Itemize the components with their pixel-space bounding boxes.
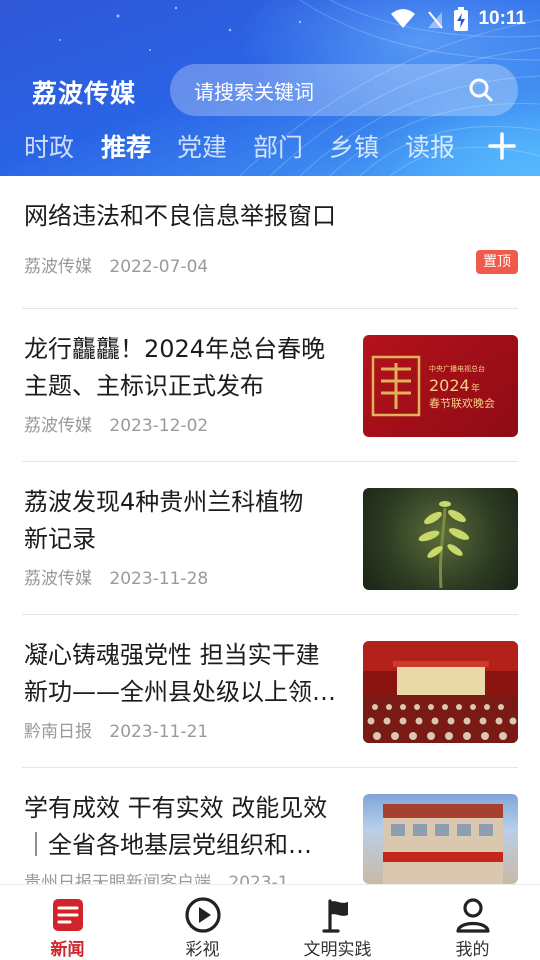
app-header: 10:11 荔波传媒 请搜索关键词 时政 推荐 党建 部门 乡镇 读报 bbox=[0, 0, 540, 176]
thumbnail-year-suffix: 年 bbox=[471, 382, 480, 394]
news-source: 荔波传媒 bbox=[24, 257, 92, 277]
news-title-line: 新功——全州县处级以上领… bbox=[24, 678, 336, 706]
signal-off-icon bbox=[428, 11, 444, 29]
nav-label: 文明实践 bbox=[303, 940, 372, 960]
battery-charging-icon bbox=[454, 7, 469, 31]
list-item[interactable]: 网络违法和不良信息举报窗口 荔波传媒 2022-07-04 置顶 bbox=[22, 176, 518, 308]
news-date: 2023-12-02 bbox=[109, 416, 209, 436]
tab-bumen[interactable]: 部门 bbox=[253, 128, 303, 164]
news-date: 2023-11-28 bbox=[109, 569, 209, 589]
nav-profile[interactable]: 我的 bbox=[405, 885, 540, 960]
news-title: 网络违法和不良信息举报窗口 bbox=[24, 202, 336, 230]
play-icon bbox=[184, 897, 221, 933]
tab-dangjian[interactable]: 党建 bbox=[177, 128, 227, 164]
tab-xiangzhen[interactable]: 乡镇 bbox=[329, 128, 379, 164]
news-title-line: 龙行龘龘！2024年总台春晚 bbox=[24, 335, 326, 363]
tab-tuijian[interactable]: 推荐 bbox=[101, 128, 151, 164]
search-bar[interactable]: 请搜索关键词 bbox=[170, 64, 518, 116]
spring-gala-thumbnail: 中央广播电视总台 2024 年 春节联欢晚会 bbox=[363, 335, 518, 437]
status-time: 10:11 bbox=[478, 8, 526, 29]
party-building-thumbnail bbox=[363, 794, 518, 884]
news-date: 2023-11-21 bbox=[109, 722, 209, 742]
nav-civilization-practice[interactable]: 文明实践 bbox=[270, 885, 405, 960]
news-meta: 荔波传媒 2023-11-28 bbox=[24, 564, 208, 589]
news-title-line: 凝心铸魂强党性 担当实干建 bbox=[24, 641, 320, 669]
flag-icon bbox=[321, 899, 348, 933]
thumbnail-subtitle: 春节联欢晚会 bbox=[429, 396, 495, 410]
news-meta: 黔南日报 2023-11-21 bbox=[24, 717, 208, 742]
news-source: 荔波传媒 bbox=[24, 416, 92, 436]
list-item[interactable]: 龙行龘龘！2024年总台春晚 主题、主标识正式发布 荔波传媒 2023-12-0… bbox=[22, 309, 518, 461]
news-icon bbox=[52, 899, 83, 931]
news-title-line: 荔波发现4种贵州兰科植物 bbox=[24, 488, 304, 516]
news-meta: 荔波传媒 2022-07-04 bbox=[24, 252, 208, 277]
news-title-line: 新记录 bbox=[24, 525, 96, 553]
list-item[interactable]: 荔波发现4种贵州兰科植物 新记录 荔波传媒 2023-11-28 bbox=[22, 462, 518, 614]
orchid-plant-thumbnail bbox=[363, 488, 518, 590]
channel-tabs: 时政 推荐 党建 部门 乡镇 读报 bbox=[0, 128, 540, 168]
news-title: 凝心铸魂强党性 担当实干建 新功——全州县处级以上领… bbox=[24, 637, 336, 711]
news-title-line: 主题、主标识正式发布 bbox=[24, 372, 264, 400]
nav-news[interactable]: 新闻 bbox=[0, 885, 135, 960]
news-source: 荔波传媒 bbox=[24, 569, 92, 589]
add-channel-icon[interactable] bbox=[486, 128, 518, 164]
nav-label: 新闻 bbox=[50, 940, 85, 960]
user-icon bbox=[455, 898, 490, 933]
news-title: 龙行龘龘！2024年总台春晚 主题、主标识正式发布 bbox=[24, 331, 325, 405]
status-bar: 10:11 bbox=[390, 6, 526, 32]
news-title: 荔波发现4种贵州兰科植物 新记录 bbox=[24, 484, 303, 558]
thumbnail-year: 2024 bbox=[429, 376, 470, 395]
bottom-navigation: 新闻 彩视 文明实践 我的 bbox=[0, 884, 540, 960]
pinned-badge: 置顶 bbox=[476, 250, 518, 274]
list-item[interactable]: 凝心铸魂强党性 担当实干建 新功——全州县处级以上领… 黔南日报 2023-11… bbox=[22, 615, 518, 767]
nav-label: 我的 bbox=[455, 940, 490, 960]
thumbnail-caption: 中央广播电视总台 bbox=[429, 364, 485, 373]
nav-video[interactable]: 彩视 bbox=[135, 885, 270, 960]
news-meta: 荔波传媒 2023-12-02 bbox=[24, 411, 208, 436]
news-source: 黔南日报 bbox=[24, 722, 92, 742]
search-icon[interactable] bbox=[468, 77, 494, 103]
news-title-line: ｜全省各地基层党组织和… bbox=[24, 831, 312, 859]
auditorium-meeting-thumbnail bbox=[363, 641, 518, 743]
app-brand-title: 荔波传媒 bbox=[32, 79, 137, 108]
list-item[interactable]: 学有成效 干有实效 改能见效 ｜全省各地基层党组织和… 贵州日报天眼新闻客户端 … bbox=[22, 768, 518, 893]
tab-shizheng[interactable]: 时政 bbox=[24, 128, 74, 164]
news-title: 学有成效 干有实效 改能见效 ｜全省各地基层党组织和… bbox=[24, 790, 327, 864]
news-title-line: 学有成效 干有实效 改能见效 bbox=[24, 794, 328, 822]
wifi-icon bbox=[391, 9, 416, 28]
tab-dubao[interactable]: 读报 bbox=[405, 128, 455, 164]
news-date: 2022-07-04 bbox=[109, 257, 209, 277]
search-placeholder: 请搜索关键词 bbox=[194, 79, 314, 104]
nav-label: 彩视 bbox=[185, 940, 220, 960]
